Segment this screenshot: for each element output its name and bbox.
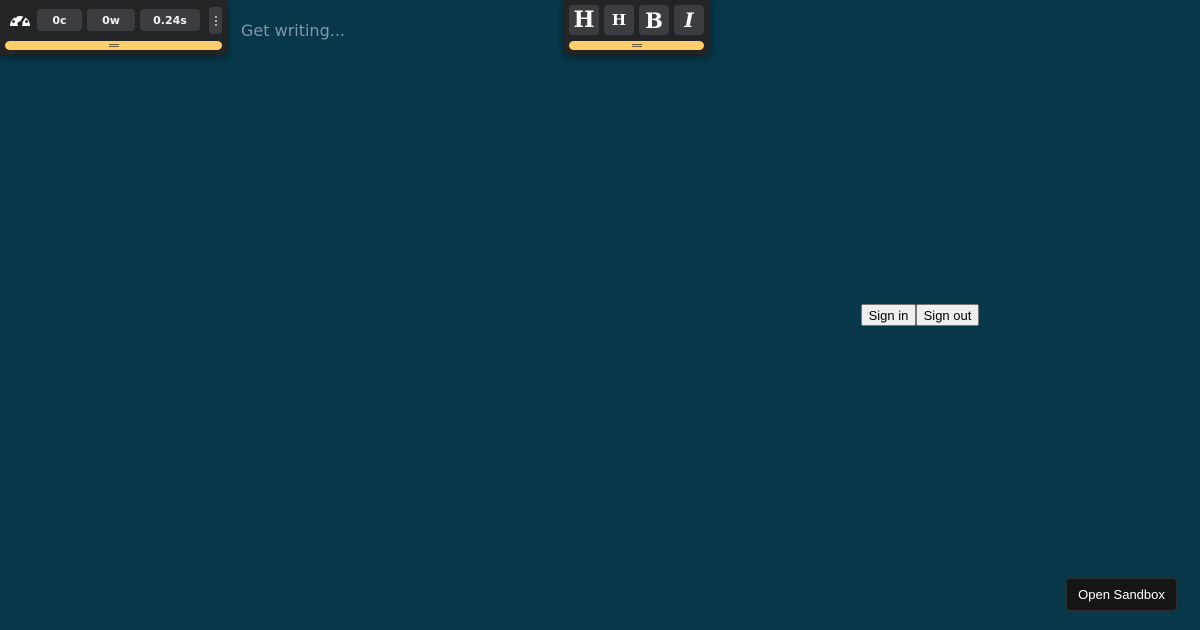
heading2-button[interactable]: H	[604, 5, 634, 35]
italic-button[interactable]: I	[674, 5, 704, 35]
sign-out-button[interactable]: Sign out	[916, 304, 979, 326]
reading-time: 0.24s	[140, 9, 200, 31]
stats-drag-handle[interactable]	[5, 41, 222, 50]
stats-menu-button[interactable]	[209, 7, 222, 34]
speedometer-icon	[8, 9, 32, 29]
grip-icon	[108, 44, 119, 45]
sign-in-button[interactable]: Sign in	[861, 304, 916, 326]
format-drag-handle[interactable]	[569, 41, 704, 50]
heading1-button[interactable]: H	[569, 5, 599, 35]
page: 0c 0w 0.24s Get writing... H H B I Sign …	[0, 0, 1200, 630]
character-count: 0c	[37, 9, 82, 31]
vertical-dots-icon	[214, 15, 217, 18]
grip-icon	[631, 44, 642, 45]
stats-panel: 0c 0w 0.24s	[0, 0, 227, 55]
bold-button[interactable]: B	[639, 5, 669, 35]
open-sandbox-button[interactable]: Open Sandbox	[1066, 578, 1177, 611]
editor-placeholder[interactable]: Get writing...	[241, 21, 345, 40]
format-toolbar: H H B I	[564, 0, 710, 55]
word-count: 0w	[87, 9, 135, 31]
